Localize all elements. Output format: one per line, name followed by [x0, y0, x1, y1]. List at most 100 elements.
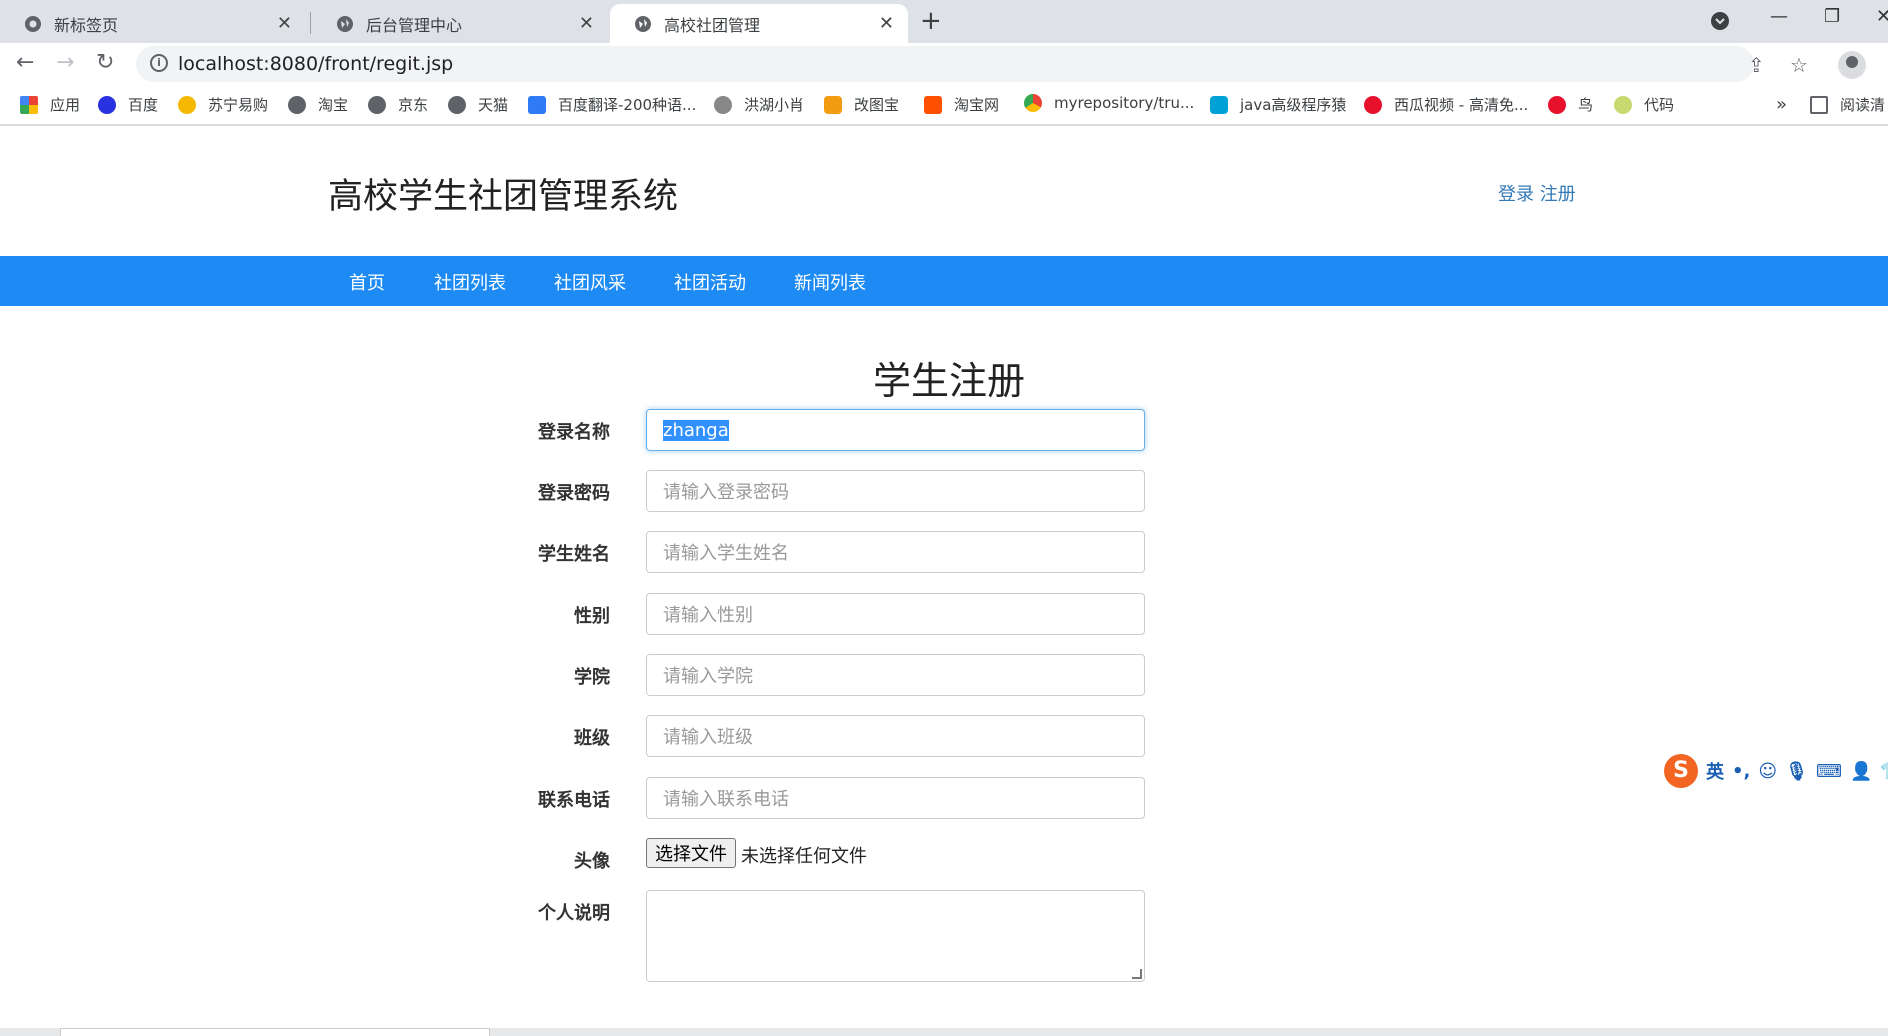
tab-title: 后台管理中心: [366, 15, 463, 35]
register-link[interactable]: 注册: [1540, 184, 1576, 205]
ime-punct-toggle[interactable]: •,: [1732, 761, 1750, 782]
xigua-icon: [1364, 95, 1382, 114]
globe-icon: [368, 95, 386, 114]
tab-search-icon[interactable]: [1710, 11, 1730, 31]
file-status-text: 未选择任何文件: [741, 846, 867, 867]
globe-icon: [448, 95, 466, 114]
bird-icon: [714, 95, 732, 114]
choose-file-button[interactable]: 选择文件: [646, 838, 736, 868]
reading-list-button[interactable]: 阅读清: [1810, 94, 1888, 115]
placeholder-text: 请输入联系电话: [663, 789, 789, 810]
placeholder-text: 请输入学生姓名: [663, 543, 789, 564]
keyboard-icon[interactable]: ⌨: [1816, 761, 1842, 782]
placeholder-text: 请输入学院: [663, 666, 753, 687]
login-link[interactable]: 登录: [1498, 184, 1534, 205]
close-icon[interactable]: ✕: [277, 13, 292, 34]
main-navbar: 首页 社团列表 社团风采 社团活动 新闻列表: [0, 256, 1888, 306]
microphone-icon[interactable]: 🎙: [1785, 761, 1808, 782]
skin-shirt-icon[interactable]: 👕: [1880, 761, 1888, 782]
bookmark-item[interactable]: 洪湖小肖: [714, 94, 804, 115]
site-info-icon[interactable]: i: [150, 54, 168, 72]
bookmark-item[interactable]: 鸟: [1548, 94, 1593, 115]
close-icon[interactable]: ✕: [879, 13, 894, 34]
bookmark-item[interactable]: java高级程序猿: [1210, 94, 1346, 115]
profile-avatar-icon[interactable]: [1838, 51, 1866, 79]
reload-icon[interactable]: ↻: [96, 50, 114, 75]
nav-club-showcase[interactable]: 社团风采: [554, 269, 626, 295]
browser-tab-club-management[interactable]: 高校社团管理 ✕: [610, 4, 908, 43]
address-bar[interactable]: i localhost:8080/front/regit.jsp ⇪ ☆: [136, 46, 1808, 82]
phone-input[interactable]: 请输入联系电话: [646, 777, 1145, 819]
placeholder-text: 请输入班级: [663, 727, 753, 748]
bookmark-item[interactable]: 淘宝: [288, 94, 348, 115]
bottom-edge: [0, 1028, 1888, 1036]
tab-title: 新标签页: [54, 15, 119, 35]
bookmark-item[interactable]: 西瓜视频 - 高清免...: [1364, 94, 1528, 115]
minimize-icon[interactable]: —: [1770, 6, 1788, 27]
bookmark-item[interactable]: 淘宝网: [924, 94, 999, 115]
emoji-icon[interactable]: ☺: [1758, 761, 1777, 782]
placeholder-text: 请输入登录密码: [663, 482, 789, 503]
globe-icon: [635, 15, 651, 32]
field-label-login-name: 登录名称: [538, 422, 610, 443]
close-icon[interactable]: ✕: [579, 13, 594, 34]
site-header: 高校学生社团管理系统 登录 注册: [0, 128, 1888, 256]
new-tab-plus-icon[interactable]: +: [920, 6, 942, 36]
site-title: 高校学生社团管理系统: [328, 177, 679, 217]
gaitubao-icon: [824, 95, 842, 114]
bookmark-item[interactable]: 百度翻译-200种语...: [528, 94, 696, 115]
form-title: 学生注册: [872, 359, 1025, 403]
nav-news-list[interactable]: 新闻列表: [794, 269, 866, 295]
login-name-input[interactable]: zhanga: [646, 409, 1145, 451]
bookmark-star-icon[interactable]: ☆: [1790, 53, 1808, 77]
reading-list-icon: [1810, 95, 1828, 114]
field-label-college: 学院: [574, 667, 610, 688]
tab-divider: [310, 12, 311, 34]
bio-textarea[interactable]: [646, 890, 1145, 982]
field-label-password: 登录密码: [538, 483, 610, 504]
bookmark-item[interactable]: 应用: [20, 94, 80, 115]
field-label-student-name: 学生姓名: [538, 544, 610, 565]
forward-arrow-icon[interactable]: →: [56, 50, 74, 75]
ime-mode-toggle[interactable]: 英: [1706, 758, 1724, 784]
sogou-logo-icon[interactable]: S: [1664, 754, 1698, 788]
bookmark-item[interactable]: 京东: [368, 94, 428, 115]
bookmark-item[interactable]: 苏宁易购: [178, 94, 268, 115]
browser-toolbar: ← → ↻ i localhost:8080/front/regit.jsp ⇪…: [0, 43, 1888, 86]
field-label-gender: 性别: [574, 606, 610, 627]
nav-home[interactable]: 首页: [349, 269, 385, 295]
user-icon[interactable]: 👤: [1850, 761, 1872, 782]
bookmark-item[interactable]: 改图宝: [824, 94, 899, 115]
downloads-shelf-edge: [60, 1028, 490, 1036]
apps-grid-icon: [20, 95, 38, 114]
restore-window-icon[interactable]: ❐: [1824, 6, 1840, 27]
bookmark-item[interactable]: 百度: [98, 94, 158, 115]
resize-handle-icon[interactable]: [1132, 969, 1142, 979]
chrome-icon: [1024, 94, 1042, 112]
password-input[interactable]: 请输入登录密码: [646, 470, 1145, 512]
translate-icon: [528, 95, 546, 114]
chrome-icon: [25, 15, 41, 32]
bookmarks-overflow-chevron[interactable]: »: [1776, 94, 1787, 115]
bookmark-item[interactable]: 天猫: [448, 94, 508, 115]
close-window-icon[interactable]: ✕: [1876, 6, 1888, 27]
leaf-icon: [1614, 95, 1632, 114]
browser-tab-strip: 新标签页 ✕ 后台管理中心 ✕ 高校社团管理 ✕ + — ❐ ✕: [0, 0, 1888, 43]
class-input[interactable]: 请输入班级: [646, 715, 1145, 757]
suning-icon: [178, 95, 196, 114]
bookmark-item[interactable]: myrepository/tru...: [1024, 94, 1194, 112]
browser-tab-new-tab[interactable]: 新标签页 ✕: [0, 4, 306, 43]
back-arrow-icon[interactable]: ←: [16, 50, 34, 75]
browser-tab-admin[interactable]: 后台管理中心 ✕: [312, 4, 608, 43]
selected-text: zhanga: [663, 419, 729, 441]
bookmark-item[interactable]: 代码: [1614, 94, 1674, 115]
nav-club-list[interactable]: 社团列表: [434, 269, 506, 295]
college-input[interactable]: 请输入学院: [646, 654, 1145, 696]
bird-red-icon: [1548, 95, 1566, 114]
student-name-input[interactable]: 请输入学生姓名: [646, 531, 1145, 573]
nav-club-activities[interactable]: 社团活动: [674, 269, 746, 295]
gender-input[interactable]: 请输入性别: [646, 593, 1145, 635]
url-text[interactable]: localhost:8080/front/regit.jsp: [178, 53, 453, 75]
field-label-class: 班级: [574, 728, 610, 749]
share-icon[interactable]: ⇪: [1748, 53, 1765, 77]
